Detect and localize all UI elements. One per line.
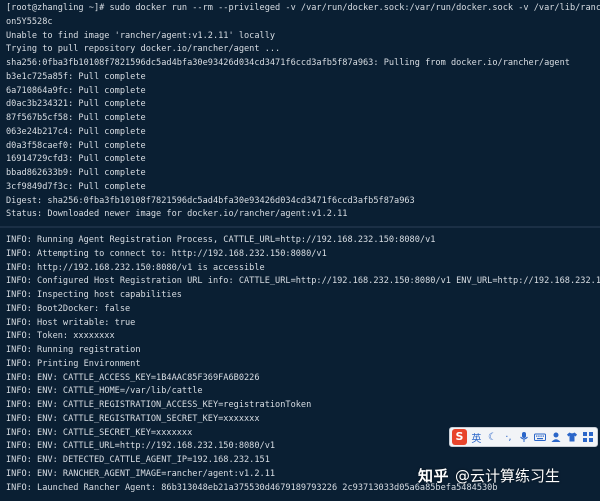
terminal-line: 16914729cfd3: Pull complete xyxy=(6,154,146,165)
screenshot: [root@zhangling ~]# sudo docker run --rm… xyxy=(0,0,600,501)
terminal-line: b3e1c725a85f: Pull complete xyxy=(6,71,146,82)
microphone-icon[interactable] xyxy=(518,429,531,445)
terminal-line: sha256:0fba3fb10108f7821596dc5ad4bfa30e9… xyxy=(6,58,570,68)
watermark-brand: 知乎 xyxy=(418,466,450,485)
terminal-line: INFO: Inspecting host capabilities xyxy=(6,290,182,300)
punctuation-icon[interactable]: ·, xyxy=(502,429,515,445)
terminal-line: 87f567b5cf58: Pull complete xyxy=(6,113,146,123)
terminal-line: on5Y5528c xyxy=(6,16,53,27)
ime-toolbar[interactable]: S 英 ☾ ·, xyxy=(449,427,598,447)
moon-icon[interactable]: ☾ xyxy=(486,429,499,445)
terminal-line: INFO: Host writable: true xyxy=(6,317,136,328)
terminal-line: INFO: Boot2Docker: false xyxy=(6,303,131,314)
sogou-logo-icon[interactable]: S xyxy=(452,429,467,445)
terminal-line: Unable to find image 'rancher/agent:v1.2… xyxy=(6,30,276,41)
watermark-author: @云计算练习生 xyxy=(455,466,561,485)
terminal-line: INFO: ENV: CATTLE_REGISTRATION_ACCESS_KE… xyxy=(6,400,312,410)
terminal-pane-top[interactable]: [root@zhangling ~]# sudo docker run --rm… xyxy=(0,0,600,228)
terminal-line: INFO: Configured Host Registration URL i… xyxy=(6,276,600,287)
terminal-line: Digest: sha256:0fba3fb10108f7821596dc5ad… xyxy=(6,195,415,206)
terminal-line: INFO: ENV: CATTLE_ACCESS_KEY=1B4AAC85F36… xyxy=(6,372,260,383)
terminal-line: INFO: Printing Environment xyxy=(6,358,141,369)
terminal-line: bbad862633b9: Pull complete xyxy=(6,168,146,178)
terminal-line: Status: Downloaded newer image for docke… xyxy=(6,209,348,220)
terminal-output-bottom: INFO: Running Agent Registration Process… xyxy=(0,228,600,495)
terminal-line: d0ac3b234321: Pull complete xyxy=(6,99,146,110)
terminal-line: INFO: http://192.168.232.150:8080/v1 is … xyxy=(6,262,265,273)
terminal-line: d0a3f58caef0: Pull complete xyxy=(6,140,146,151)
terminal-line: INFO: Running registration xyxy=(6,345,141,355)
keyboard-icon[interactable] xyxy=(534,429,547,445)
terminal-line: INFO: ENV: CATTLE_REGISTRATION_SECRET_KE… xyxy=(6,413,260,424)
terminal-line: INFO: Attempting to connect to: http://1… xyxy=(6,248,327,259)
terminal-line: INFO: Running Agent Registration Process… xyxy=(6,235,436,245)
watermark: 知乎 @云计算练习生 xyxy=(418,463,560,487)
terminal-line: 063e24b217c4: Pull complete xyxy=(6,126,146,137)
grid-icon[interactable] xyxy=(582,429,595,445)
terminal-line: INFO: ENV: CATTLE_HOME=/var/lib/cattle xyxy=(6,386,203,397)
terminal-line: INFO: Token: xxxxxxxx xyxy=(6,331,115,342)
terminal-pane-bottom[interactable]: INFO: Running Agent Registration Process… xyxy=(0,228,600,501)
terminal-line: 6a710864a9fc: Pull complete xyxy=(6,85,146,96)
terminal-line: Trying to pull repository docker.io/ranc… xyxy=(6,44,281,55)
terminal-output-top: [root@zhangling ~]# sudo docker run --rm… xyxy=(0,0,600,222)
shirt-icon[interactable] xyxy=(566,429,579,445)
skin-icon[interactable] xyxy=(550,429,563,445)
terminal-line: [root@zhangling ~]# sudo docker run --rm… xyxy=(6,3,600,13)
ime-mode-toggle[interactable]: 英 xyxy=(470,429,483,445)
terminal-line: 3cf9849d7f3c: Pull complete xyxy=(6,181,146,192)
